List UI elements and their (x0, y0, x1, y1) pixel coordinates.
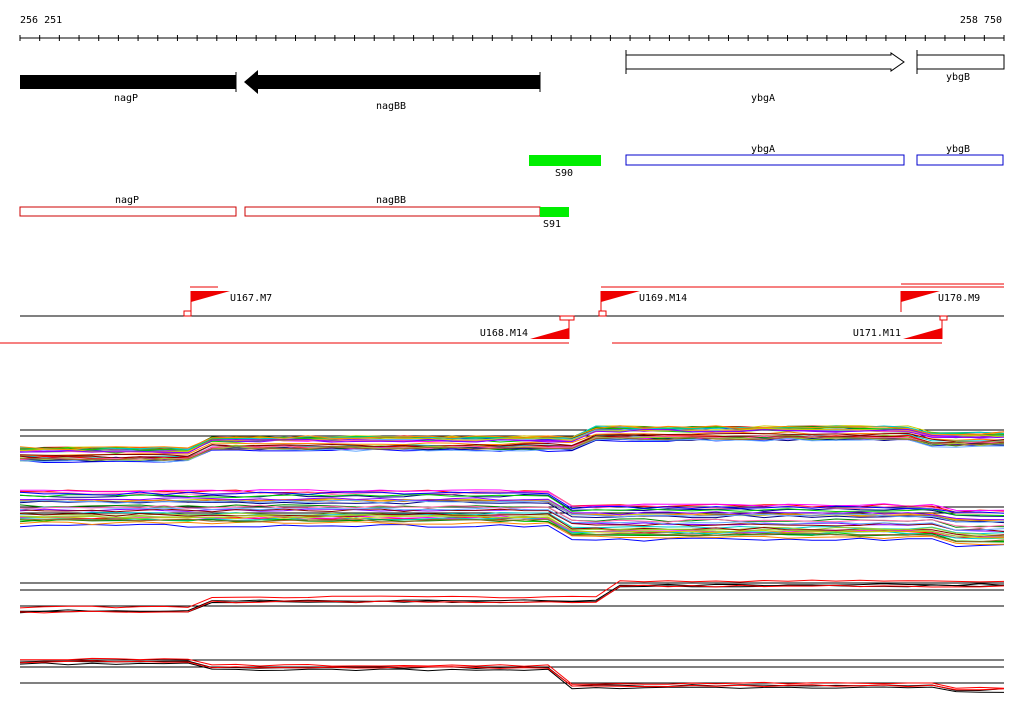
expression-profile-line (19, 584, 1005, 614)
gene-ybgA[interactable]: ybgA (625, 50, 905, 104)
gene-ybgB-box[interactable] (916, 54, 1005, 70)
transcript-S91-label: S91 (543, 219, 561, 230)
expression-track-2 (19, 489, 1005, 548)
promoter-U167-label: U167.M7 (230, 293, 272, 304)
expression-profile-line (19, 515, 1005, 538)
expression-track-1 (19, 425, 1005, 464)
ruler-end-label: 258 750 (960, 15, 1002, 26)
gene-nagBB-arrow[interactable] (244, 70, 540, 94)
expression-profile-line (19, 584, 1005, 614)
promoter-U171-label: U171.M11 (853, 328, 901, 339)
promoter-U170-M9[interactable]: U170.M9 (900, 283, 1004, 312)
promoter-U167-flag[interactable] (191, 291, 230, 302)
promoter-U170-label: U170.M9 (938, 293, 980, 304)
promoter-U167-site (183, 310, 192, 317)
gene-nagBB-label: nagBB (376, 101, 406, 112)
promoter-track: U167.M7 U168.M14 U169.M14 U170.M9 U171.M… (0, 283, 1004, 344)
transcript-nagBB-label: nagBB (376, 195, 406, 206)
gene-ybgB[interactable]: ybgB (916, 50, 1005, 83)
gene-nagP[interactable]: nagP (20, 72, 237, 104)
transcript-nagBB-box[interactable] (244, 206, 541, 217)
expression-track-4 (19, 657, 1005, 693)
promoter-U170-flag[interactable] (901, 291, 940, 302)
transcript-ybgA-box[interactable] (625, 154, 905, 166)
genome-track-canvas: 256 251 258 750 nagP nagBB ybgA ybgB S90… (0, 15, 1005, 693)
coordinate-ruler: 256 251 258 750 (19, 15, 1005, 41)
transcript-S90-label: S90 (555, 168, 573, 179)
promoter-U167-M7[interactable]: U167.M7 (183, 286, 272, 317)
expression-tracks (19, 425, 1005, 693)
promoter-U169-site (598, 310, 607, 317)
transcript-track-bottom: nagP nagBB S91 (19, 195, 569, 230)
promoter-U169-label: U169.M14 (639, 293, 687, 304)
transcript-track-top: S90 ybgA ybgB (529, 144, 1004, 179)
promoter-U171-flag[interactable] (903, 328, 942, 339)
gene-nagP-label: nagP (114, 93, 138, 104)
gene-ybgA-arrow[interactable] (625, 52, 905, 72)
gene-nagBB[interactable]: nagBB (244, 70, 541, 112)
transcript-S90-block[interactable] (529, 155, 601, 166)
transcript-nagP-box[interactable] (19, 206, 237, 217)
transcript-nagP-label: nagP (115, 195, 139, 206)
ruler-start-label: 256 251 (20, 15, 62, 26)
promoter-U168-site (559, 315, 575, 321)
promoter-U168-label: U168.M14 (480, 328, 528, 339)
promoter-U171-site (939, 315, 948, 321)
gene-ybgB-label: ybgB (946, 72, 970, 83)
transcript-S91-block[interactable] (540, 207, 569, 217)
genome-browser-view: 256 251 258 750 nagP nagBB ybgA ybgB S90… (0, 0, 1024, 714)
transcript-ybgA-label: ybgA (751, 144, 775, 155)
gene-track: nagP nagBB ybgA ybgB (20, 50, 1005, 112)
transcript-ybgB-label: ybgB (946, 144, 970, 155)
gene-ybgA-label: ybgA (751, 93, 775, 104)
transcript-ybgB-box[interactable] (916, 154, 1004, 166)
promoter-U168-M14[interactable]: U168.M14 (0, 315, 575, 344)
gene-nagP-bar[interactable] (20, 75, 236, 89)
expression-profile-line (20, 657, 1005, 689)
promoter-U169-flag[interactable] (601, 291, 640, 302)
promoter-U171-M11[interactable]: U171.M11 (612, 315, 948, 344)
promoter-U168-flag[interactable] (530, 328, 569, 339)
expression-track-3 (19, 579, 1005, 614)
